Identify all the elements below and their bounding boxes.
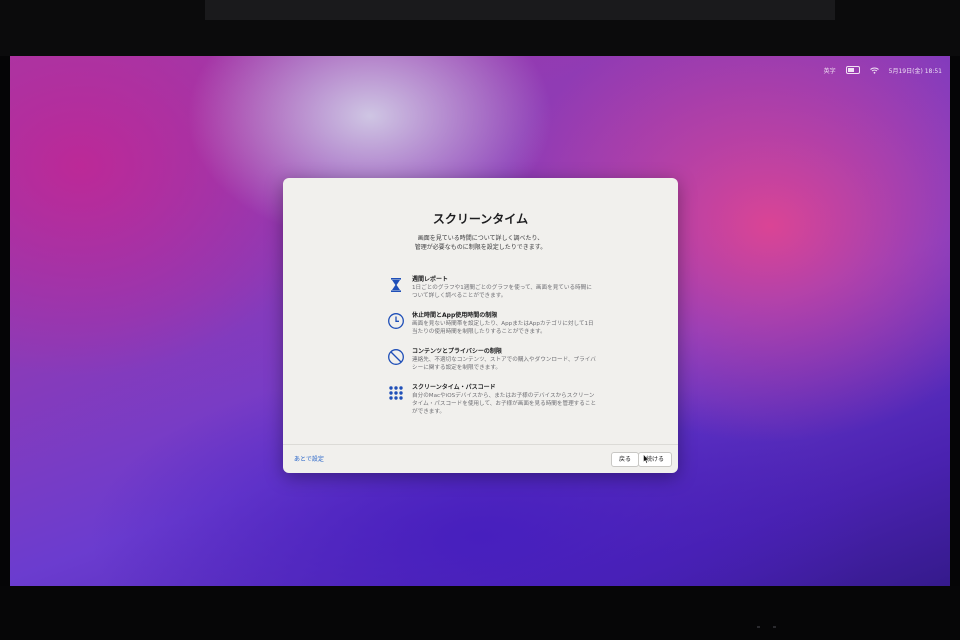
feature-title: 休止時間とApp使用時間の制限 [412,312,498,319]
feature-description: 自分のMacやiOSデバイスから、またはお子様のデバイスからスクリーンタイム・パ… [412,393,597,415]
feature-title: スクリーンタイム・パスコード [412,384,496,391]
hourglass-icon [391,278,401,292]
subtitle-line-1: 画面を見ている時間について詳しく調べたり、 [417,235,544,242]
battery-icon[interactable] [845,66,860,74]
feature-title: コンテンツとプライバシーの制限 [412,348,502,355]
setup-later-link[interactable]: あとで設定 [294,454,324,463]
bezel-strip [205,0,835,20]
indicator-light [757,626,760,628]
feature-description: 画面を見ない時間帯を設定したり、AppまたはAppカテゴリに対して1日当たりの使… [412,321,594,335]
input-source-indicator[interactable]: 英字 [824,66,836,75]
feature-description: 連絡先、不適切なコンテンツ、ストアでの購入やダウンロード、プライバシーに関する設… [412,357,596,371]
dialog-title: スクリーンタイム [432,212,529,226]
back-button[interactable]: 戻る [611,452,640,467]
clock-icon [388,313,404,329]
screen-time-setup-dialog: スクリーンタイム 画面を見ている時間について詳しく調べたり、 管理が必要なものに… [283,178,678,473]
desktop-screen: 英字 5月19日(金) 18:51 スクリーンタイム 画面を見ている時間について… [10,56,950,586]
mouse-pointer-icon [643,454,649,464]
subtitle-line-2: 管理が必要なものに制限を設定したりできます。 [414,244,547,251]
wifi-icon[interactable] [869,67,879,74]
menu-bar-status: 英字 5月19日(金) 18:51 [824,64,942,76]
feature-passcode: スクリーンタイム・パスコード 自分のMacやiOSデバイスから、またはお子様のデ… [387,382,597,416]
feature-weekly-report: 週間レポート 1日ごとのグラフや1週間ごとのグラフを使って、画面を見ている時間に… [387,274,597,300]
passcode-icon [389,386,403,400]
feature-downtime-limits: 休止時間とApp使用時間の制限 画面を見ない時間帯を設定したり、AppまたはAp… [387,310,597,336]
menu-bar-clock[interactable]: 5月19日(金) 18:51 [889,66,942,75]
monitor-bottom-bezel [0,586,960,640]
monitor-top-bezel [0,0,960,56]
prohibited-icon [388,349,404,365]
feature-title: 週間レポート [412,276,449,283]
feature-description: 1日ごとのグラフや1週間ごとのグラフを使って、画面を見ている時間について詳しく調… [412,285,592,299]
indicator-light [773,626,776,628]
feature-content-privacy: コンテンツとプライバシーの制限 連絡先、不適切なコンテンツ、ストアでの購入やダウ… [387,346,597,372]
footer-divider [283,444,678,445]
feature-list: 週間レポート 1日ごとのグラフや1週間ごとのグラフを使って、画面を見ている時間に… [387,274,597,426]
dialog-subtitle: 画面を見ている時間について詳しく調べたり、 管理が必要なものに制限を設定したりで… [283,234,678,252]
